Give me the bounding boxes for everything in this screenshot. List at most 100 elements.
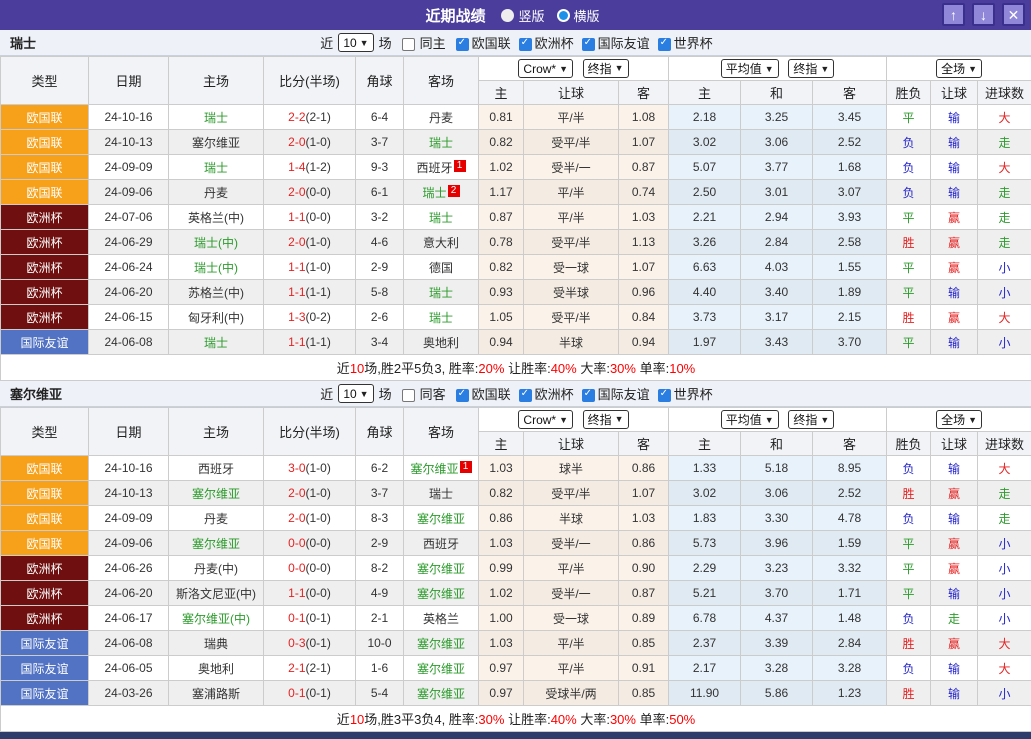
match-date: 24-10-16 bbox=[88, 455, 169, 481]
avg-home: 5.73 bbox=[668, 530, 742, 556]
full-time-score: 0-1 bbox=[288, 611, 306, 625]
result-handicap: 赢 bbox=[930, 530, 979, 556]
average-stage-select[interactable]: 终指 ▼ bbox=[788, 410, 835, 429]
summary-stat-value: 10 bbox=[349, 712, 365, 727]
chevron-down-icon: ▼ bbox=[764, 414, 774, 425]
result-goals: 大 bbox=[977, 455, 1031, 481]
odds-handicap: 受半/一 bbox=[523, 530, 619, 556]
result-handicap: 输 bbox=[930, 154, 979, 180]
recent-count-select[interactable]: 10 ▼ bbox=[338, 384, 374, 403]
recent-count-select[interactable]: 10 ▼ bbox=[338, 33, 374, 52]
same-venue-checkbox[interactable] bbox=[401, 38, 415, 51]
home-team: 丹麦 bbox=[168, 505, 264, 531]
avg-draw: 2.84 bbox=[740, 229, 814, 255]
result-outcome: 负 bbox=[886, 605, 932, 631]
league-checkbox-euro[interactable] bbox=[518, 388, 532, 402]
match-type: 欧洲杯 bbox=[0, 555, 89, 581]
radio-off-icon bbox=[501, 8, 515, 22]
league-checkbox-nations[interactable] bbox=[455, 388, 469, 402]
avg-home: 1.33 bbox=[668, 455, 742, 481]
avg-home: 2.18 bbox=[668, 104, 742, 130]
games-label: 场 bbox=[378, 387, 392, 402]
team-name: 瑞士(中) bbox=[194, 260, 238, 275]
half-time-score: (2-1) bbox=[305, 661, 331, 675]
avg-home: 1.97 bbox=[668, 329, 742, 355]
corner-score: 3-2 bbox=[355, 204, 404, 230]
odds-company-select[interactable]: Crow* ▼ bbox=[518, 59, 574, 79]
col-type: 类型 bbox=[0, 56, 89, 105]
full-time-score: 1-1 bbox=[288, 335, 306, 349]
league-label-friendly: 国际友谊 bbox=[597, 387, 650, 402]
radio-horizontal-layout[interactable]: 横版 bbox=[556, 6, 600, 25]
home-team: 丹麦 bbox=[168, 179, 264, 205]
match-score: 1-3(0-2) bbox=[263, 304, 356, 330]
half-time-score: (1-0) bbox=[305, 260, 331, 274]
team-name: 西班牙 bbox=[197, 461, 234, 476]
full-time-score: 0-3 bbox=[288, 636, 306, 650]
league-checkbox-euro[interactable] bbox=[518, 37, 532, 51]
odds-away: 0.85 bbox=[617, 680, 670, 706]
match-score: 0-0(0-0) bbox=[263, 530, 356, 556]
scroll-down-button[interactable]: ↓ bbox=[972, 3, 995, 26]
home-team: 瑞士 bbox=[168, 104, 264, 130]
match-type: 欧国联 bbox=[0, 455, 89, 481]
summary-text: 近 bbox=[336, 361, 350, 376]
average-select[interactable]: 平均值 ▼ bbox=[720, 410, 779, 429]
league-checkbox-friendly[interactable] bbox=[581, 388, 595, 402]
avg-draw: 3.23 bbox=[740, 555, 814, 581]
result-handicap: 输 bbox=[930, 655, 979, 681]
close-button[interactable]: ✕ bbox=[1002, 3, 1025, 26]
team-name: 英格兰(中) bbox=[188, 210, 244, 225]
col-corner: 角球 bbox=[355, 407, 404, 456]
odds-home: 1.17 bbox=[478, 179, 524, 205]
full-time-score: 1-1 bbox=[288, 586, 306, 600]
result-outcome: 负 bbox=[886, 505, 932, 531]
corner-score: 4-9 bbox=[355, 580, 404, 606]
summary-text: 近 bbox=[336, 712, 350, 727]
result-outcome: 平 bbox=[886, 555, 932, 581]
match-row: 欧洲杯 24-06-20 苏格兰(中) 1-1(1-1) 5-8 瑞士 0.93 受半球 0.9… bbox=[0, 279, 1031, 305]
league-checkbox-worldcup[interactable] bbox=[657, 37, 671, 51]
scroll-up-button[interactable]: ↑ bbox=[942, 3, 965, 26]
home-team: 匈牙利(中) bbox=[168, 304, 264, 330]
league-checkbox-worldcup[interactable] bbox=[657, 388, 671, 402]
result-goals: 走 bbox=[977, 505, 1031, 531]
chevron-down-icon: ▼ bbox=[559, 414, 569, 425]
odds-stage-select[interactable]: 终指 ▼ bbox=[582, 409, 629, 429]
league-checkbox-friendly[interactable] bbox=[581, 37, 595, 51]
odds-home: 1.00 bbox=[478, 605, 524, 631]
scope-select[interactable]: 全场 ▼ bbox=[936, 59, 983, 78]
away-team: 意大利 bbox=[403, 229, 479, 255]
summary-text: 大率: bbox=[576, 712, 610, 727]
home-team: 英格兰(中) bbox=[168, 204, 264, 230]
average-stage-select[interactable]: 终指 ▼ bbox=[788, 59, 835, 78]
odds-away: 0.96 bbox=[617, 279, 670, 305]
league-label-worldcup: 世界杯 bbox=[673, 387, 713, 402]
result-outcome: 胜 bbox=[886, 630, 932, 656]
odds-handicap: 受一球 bbox=[523, 254, 619, 280]
odds-company-select[interactable]: Crow* ▼ bbox=[518, 410, 574, 430]
avg-home: 1.83 bbox=[668, 505, 742, 531]
result-goals: 小 bbox=[977, 254, 1031, 280]
league-checkbox-nations[interactable] bbox=[455, 37, 469, 51]
odds-stage-select[interactable]: 终指 ▼ bbox=[582, 58, 629, 78]
match-score: 0-1(0-1) bbox=[263, 680, 356, 706]
same-venue-checkbox[interactable] bbox=[401, 389, 415, 402]
match-row: 国际友谊 24-06-08 瑞典 0-3(0-1) 10-0 塞尔维亚 1.03 平/半 0.8… bbox=[0, 630, 1031, 656]
odds-handicap: 平/半 bbox=[523, 104, 619, 130]
team-badge: 1 bbox=[453, 159, 466, 172]
odds-home: 0.99 bbox=[478, 555, 524, 581]
odds-home: 1.03 bbox=[478, 530, 524, 556]
radio-vertical-layout[interactable]: 竖版 bbox=[501, 6, 545, 25]
radio-horizontal-label: 横版 bbox=[573, 8, 600, 24]
average-select[interactable]: 平均值 ▼ bbox=[720, 59, 779, 78]
scope-select[interactable]: 全场 ▼ bbox=[936, 410, 983, 429]
half-time-score: (1-0) bbox=[305, 511, 331, 525]
summary-stat-value: 10% bbox=[669, 361, 696, 376]
avg-away: 1.55 bbox=[812, 254, 888, 280]
result-handicap: 赢 bbox=[930, 480, 979, 506]
avg-away: 2.84 bbox=[812, 630, 888, 656]
team-name: 塞尔维亚 bbox=[191, 536, 240, 551]
match-row: 欧国联 24-09-09 瑞士 1-4(1-2) 9-3 西班牙 1 1.02 受半/一 0.87… bbox=[0, 154, 1031, 180]
result-outcome: 平 bbox=[886, 254, 932, 280]
